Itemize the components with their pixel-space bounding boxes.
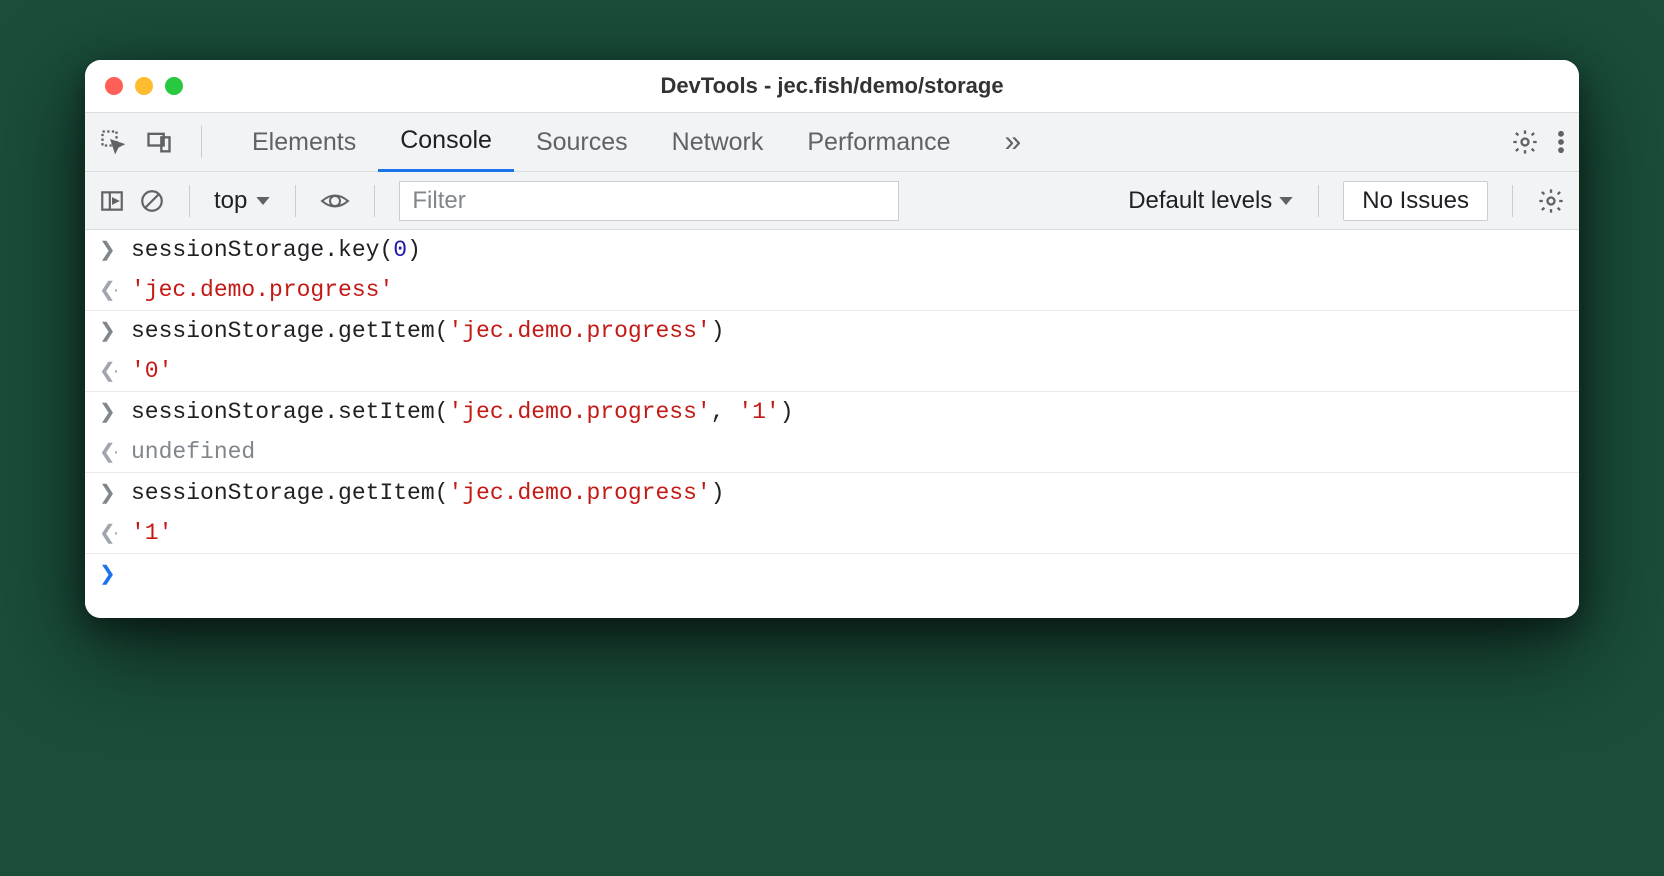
window-title: DevTools - jec.fish/demo/storage [105,73,1559,99]
tabs-left: ElementsConsoleSourcesNetworkPerformance… [99,112,1035,172]
output-marker-icon: ❮· [99,519,121,547]
more-menu-icon[interactable] [1557,128,1565,156]
tab-network[interactable]: Network [650,112,786,172]
console-entry: ❯ sessionStorage.setItem('jec.demo.progre… [85,392,1579,473]
console-output-code: '1' [131,519,1565,547]
console-toolbar: top Default levels No Issues [85,172,1579,230]
tab-elements[interactable]: Elements [230,112,378,172]
tabs-bar: ElementsConsoleSourcesNetworkPerformance… [85,112,1579,172]
divider [201,126,202,158]
console-input-code: sessionStorage.setItem('jec.demo.progres… [131,398,1565,426]
chevron-down-icon [1278,193,1294,209]
output-marker-icon: ❮· [99,357,121,385]
console-entry: ❯ sessionStorage.getItem('jec.demo.progre… [85,311,1579,392]
console-input-row[interactable]: ❯ sessionStorage.getItem('jec.demo.progre… [85,473,1579,513]
prompt-marker-icon: ❯ [99,560,121,588]
console-output-code: undefined [131,438,1565,466]
console-input-code: sessionStorage.key(0) [131,236,1565,264]
inspect-element-icon[interactable] [99,128,127,156]
tab-console[interactable]: Console [378,112,514,172]
input-marker-icon: ❯ [99,317,121,345]
tabs-container: ElementsConsoleSourcesNetworkPerformance [230,112,972,172]
issues-button[interactable]: No Issues [1343,181,1488,221]
devtools-window: DevTools - jec.fish/demo/storage Element… [85,60,1579,618]
console-input-code: sessionStorage.getItem('jec.demo.progres… [131,317,1565,345]
settings-icon[interactable] [1511,128,1539,156]
console-entry: ❯ sessionStorage.getItem('jec.demo.progre… [85,473,1579,554]
divider [189,185,190,217]
tab-performance[interactable]: Performance [785,112,972,172]
console-settings-icon[interactable] [1537,187,1565,215]
more-tabs-button[interactable]: » [990,125,1035,159]
filter-input[interactable] [399,181,899,221]
chevron-down-icon [255,193,271,209]
log-levels-selector[interactable]: Default levels [1128,187,1294,215]
titlebar: DevTools - jec.fish/demo/storage [85,60,1579,112]
close-window-button[interactable] [105,77,123,95]
console-prompt-row[interactable]: ❯ [85,554,1579,618]
maximize-window-button[interactable] [165,77,183,95]
console-output-row[interactable]: ❮· '1' [85,513,1579,553]
console-output-row[interactable]: ❮· 'jec.demo.progress' [85,270,1579,310]
device-toolbar-icon[interactable] [145,128,173,156]
issues-label: No Issues [1362,187,1469,215]
traffic-lights [105,77,183,95]
context-selector[interactable]: top [214,187,271,215]
context-label: top [214,187,247,215]
console-input-row[interactable]: ❯ sessionStorage.getItem('jec.demo.progre… [85,311,1579,351]
output-marker-icon: ❮· [99,276,121,304]
clear-console-icon[interactable] [139,188,165,214]
levels-label: Default levels [1128,187,1272,215]
input-marker-icon: ❯ [99,236,121,264]
divider [1512,185,1513,217]
console-body: ❯ sessionStorage.key(0) ❮· 'jec.demo.progre… [85,230,1579,618]
input-marker-icon: ❯ [99,398,121,426]
output-marker-icon: ❮· [99,438,121,466]
console-output-code: '0' [131,357,1565,385]
console-input-code: sessionStorage.getItem('jec.demo.progres… [131,479,1565,507]
console-output-row[interactable]: ❮· '0' [85,351,1579,391]
live-expression-icon[interactable] [320,190,350,212]
tabs-right [1511,128,1565,156]
tab-sources[interactable]: Sources [514,112,650,172]
divider [374,185,375,217]
minimize-window-button[interactable] [135,77,153,95]
console-input-row[interactable]: ❯ sessionStorage.setItem('jec.demo.progre… [85,392,1579,432]
toggle-sidebar-icon[interactable] [99,188,125,214]
divider [295,185,296,217]
divider [1318,185,1319,217]
console-output-row[interactable]: ❮· undefined [85,432,1579,472]
console-output-code: 'jec.demo.progress' [131,276,1565,304]
console-input-row[interactable]: ❯ sessionStorage.key(0) [85,230,1579,270]
input-marker-icon: ❯ [99,479,121,507]
console-entry: ❯ sessionStorage.key(0) ❮· 'jec.demo.progre… [85,230,1579,311]
